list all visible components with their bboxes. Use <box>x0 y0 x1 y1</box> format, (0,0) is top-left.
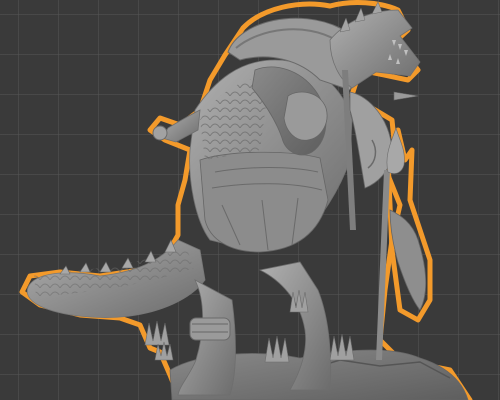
held-gem <box>152 125 168 141</box>
fist <box>283 91 328 141</box>
axe-top-spike <box>393 91 419 101</box>
lizardfolk-sculpt-model[interactable] <box>19 0 473 400</box>
knee-bracer <box>189 317 231 341</box>
3d-viewport[interactable]: sculpt-mesh-icon <box>0 0 500 400</box>
viewport-canvas[interactable] <box>0 0 500 400</box>
